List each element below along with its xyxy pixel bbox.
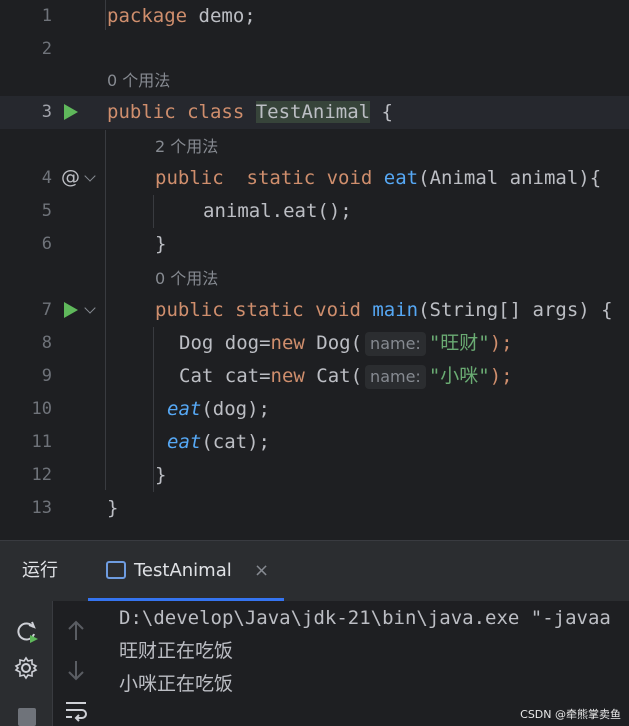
rerun-icon[interactable] xyxy=(14,619,40,645)
code-segment: Cat( xyxy=(304,365,363,387)
code-line-1[interactable]: 1 package demo; xyxy=(0,0,629,33)
chevron-down-icon[interactable] xyxy=(84,170,96,182)
code-segment: (cat); xyxy=(201,431,270,453)
code-line-13[interactable]: 13 } xyxy=(0,492,629,525)
method-call: eat xyxy=(167,431,202,453)
code-text: Dog dog=new Dog(name: "旺财"); xyxy=(179,327,513,360)
line-number: 6 xyxy=(41,234,52,254)
keyword: public class xyxy=(107,101,256,123)
code-segment: (String[] args) { xyxy=(418,299,613,321)
method-name: main xyxy=(372,299,419,321)
line-number: 7 xyxy=(41,300,52,320)
tab-label: TestAnimal xyxy=(134,560,232,581)
line-number: 1 xyxy=(41,6,52,26)
code-segment: (dog); xyxy=(201,398,270,420)
code-text: public static void eat(Animal animal){ xyxy=(155,162,601,195)
watermark: CSDN @牵熊掌卖鱼 xyxy=(520,708,621,721)
usage-hint[interactable]: 2 个用法 xyxy=(155,130,218,163)
run-panel-title[interactable]: 运行 xyxy=(22,541,58,601)
usage-hint[interactable]: 0 个用法 xyxy=(155,262,218,295)
line-number: 8 xyxy=(41,333,52,353)
code-editor[interactable]: 1 package demo; 2 0 个用法 3 public class T… xyxy=(0,0,629,540)
line-number: 10 xyxy=(31,399,52,419)
line-number: 3 xyxy=(41,102,52,122)
parameter-hint: name: xyxy=(365,332,426,356)
code-text: public class TestAnimal { xyxy=(107,96,393,129)
line-number: 12 xyxy=(31,465,52,485)
code-text: } xyxy=(155,233,167,255)
code-text: animal.eat(); xyxy=(203,200,352,222)
code-text: eat(dog); xyxy=(167,393,270,426)
usage-hint[interactable]: 0 个用法 xyxy=(107,64,170,97)
string-literal: "旺财" xyxy=(428,332,490,354)
line-number: 4 xyxy=(41,168,52,188)
console-output-line[interactable]: 旺财正在吃饭 xyxy=(119,635,233,668)
code-segment: ); xyxy=(489,332,513,354)
line-number: 13 xyxy=(31,498,52,518)
code-segment: ); xyxy=(489,365,513,387)
gear-icon[interactable] xyxy=(14,656,38,680)
code-line-11[interactable]: 11 eat(cat); xyxy=(0,426,629,459)
code-text: eat(cat); xyxy=(167,426,270,459)
code-line-5[interactable]: 5 animal.eat(); xyxy=(0,195,629,228)
code-segment: demo; xyxy=(187,5,256,27)
close-icon[interactable]: × xyxy=(254,541,269,601)
keyword: package xyxy=(107,5,188,27)
code-line-6[interactable]: 6 } xyxy=(0,228,629,261)
soft-wrap-icon[interactable] xyxy=(63,698,89,722)
code-line-9[interactable]: 9 Cat cat=new Cat(name: "小咪"); xyxy=(0,360,629,393)
code-text: public static void main(String[] args) { xyxy=(155,294,613,327)
console-output-command[interactable]: D:\develop\Java\jdk-21\bin\java.exe "-ja… xyxy=(119,602,611,635)
code-segment: Dog dog= xyxy=(179,332,271,354)
line-number: 11 xyxy=(31,432,52,452)
override-at-icon[interactable]: @ xyxy=(61,166,80,188)
active-tab-indicator xyxy=(88,598,284,601)
code-segment: Dog( xyxy=(304,332,363,354)
code-line-3[interactable]: 3 public class TestAnimal { xyxy=(0,96,629,129)
code-line-7[interactable]: 7 public static void main(String[] args)… xyxy=(0,294,629,327)
console-toolbar xyxy=(53,601,99,726)
keyword: new xyxy=(270,365,305,387)
line-number: 9 xyxy=(41,366,52,386)
class-name: TestAnimal xyxy=(255,101,371,123)
run-toolbar xyxy=(0,601,53,726)
tab-test-animal[interactable]: TestAnimal × xyxy=(88,541,284,601)
string-literal: "小咪" xyxy=(428,365,490,387)
run-tab-bar: 运行 TestAnimal × xyxy=(0,540,629,601)
code-line-10[interactable]: 10 eat(dog); xyxy=(0,393,629,426)
indent-guide xyxy=(153,195,154,228)
method-call: eat xyxy=(167,398,202,420)
arrow-up-icon[interactable] xyxy=(65,619,87,643)
code-line-8[interactable]: 8 Dog dog=new Dog(name: "旺财"); xyxy=(0,327,629,492)
arrow-down-icon[interactable] xyxy=(65,658,87,682)
code-text: Cat cat=new Cat(name: "小咪"); xyxy=(179,360,513,393)
keyword: public static void xyxy=(155,299,373,321)
code-segment: Cat cat= xyxy=(179,365,271,387)
keyword: new xyxy=(270,332,305,354)
run-icon[interactable] xyxy=(64,104,78,120)
console-output-line[interactable]: 小咪正在吃饭 xyxy=(119,668,233,701)
chevron-down-icon[interactable] xyxy=(84,302,96,314)
line-number: 2 xyxy=(41,39,52,59)
code-text: package demo; xyxy=(107,0,256,33)
indent-guide xyxy=(105,130,106,490)
indent-guide xyxy=(105,0,106,30)
code-line-2[interactable]: 2 xyxy=(0,33,629,66)
parameter-hint: name: xyxy=(365,365,426,389)
code-text: } xyxy=(107,497,119,519)
stop-icon[interactable] xyxy=(18,708,36,726)
run-tool-window: 运行 TestAnimal × D:\develop\Java\jdk-21\b… xyxy=(0,540,629,726)
code-line-4[interactable]: 4 @ public static void eat(Animal animal… xyxy=(0,162,629,195)
code-line-12[interactable]: 12 } xyxy=(0,459,629,492)
keyword: public xyxy=(155,167,224,189)
console-icon xyxy=(106,561,126,579)
run-icon[interactable] xyxy=(64,302,78,318)
code-segment: { xyxy=(370,101,393,123)
keyword: static void xyxy=(223,167,384,189)
method-name: eat xyxy=(383,167,419,189)
code-segment: (Animal animal){ xyxy=(418,167,602,189)
line-number: 5 xyxy=(41,201,52,221)
code-text: } xyxy=(155,464,167,486)
